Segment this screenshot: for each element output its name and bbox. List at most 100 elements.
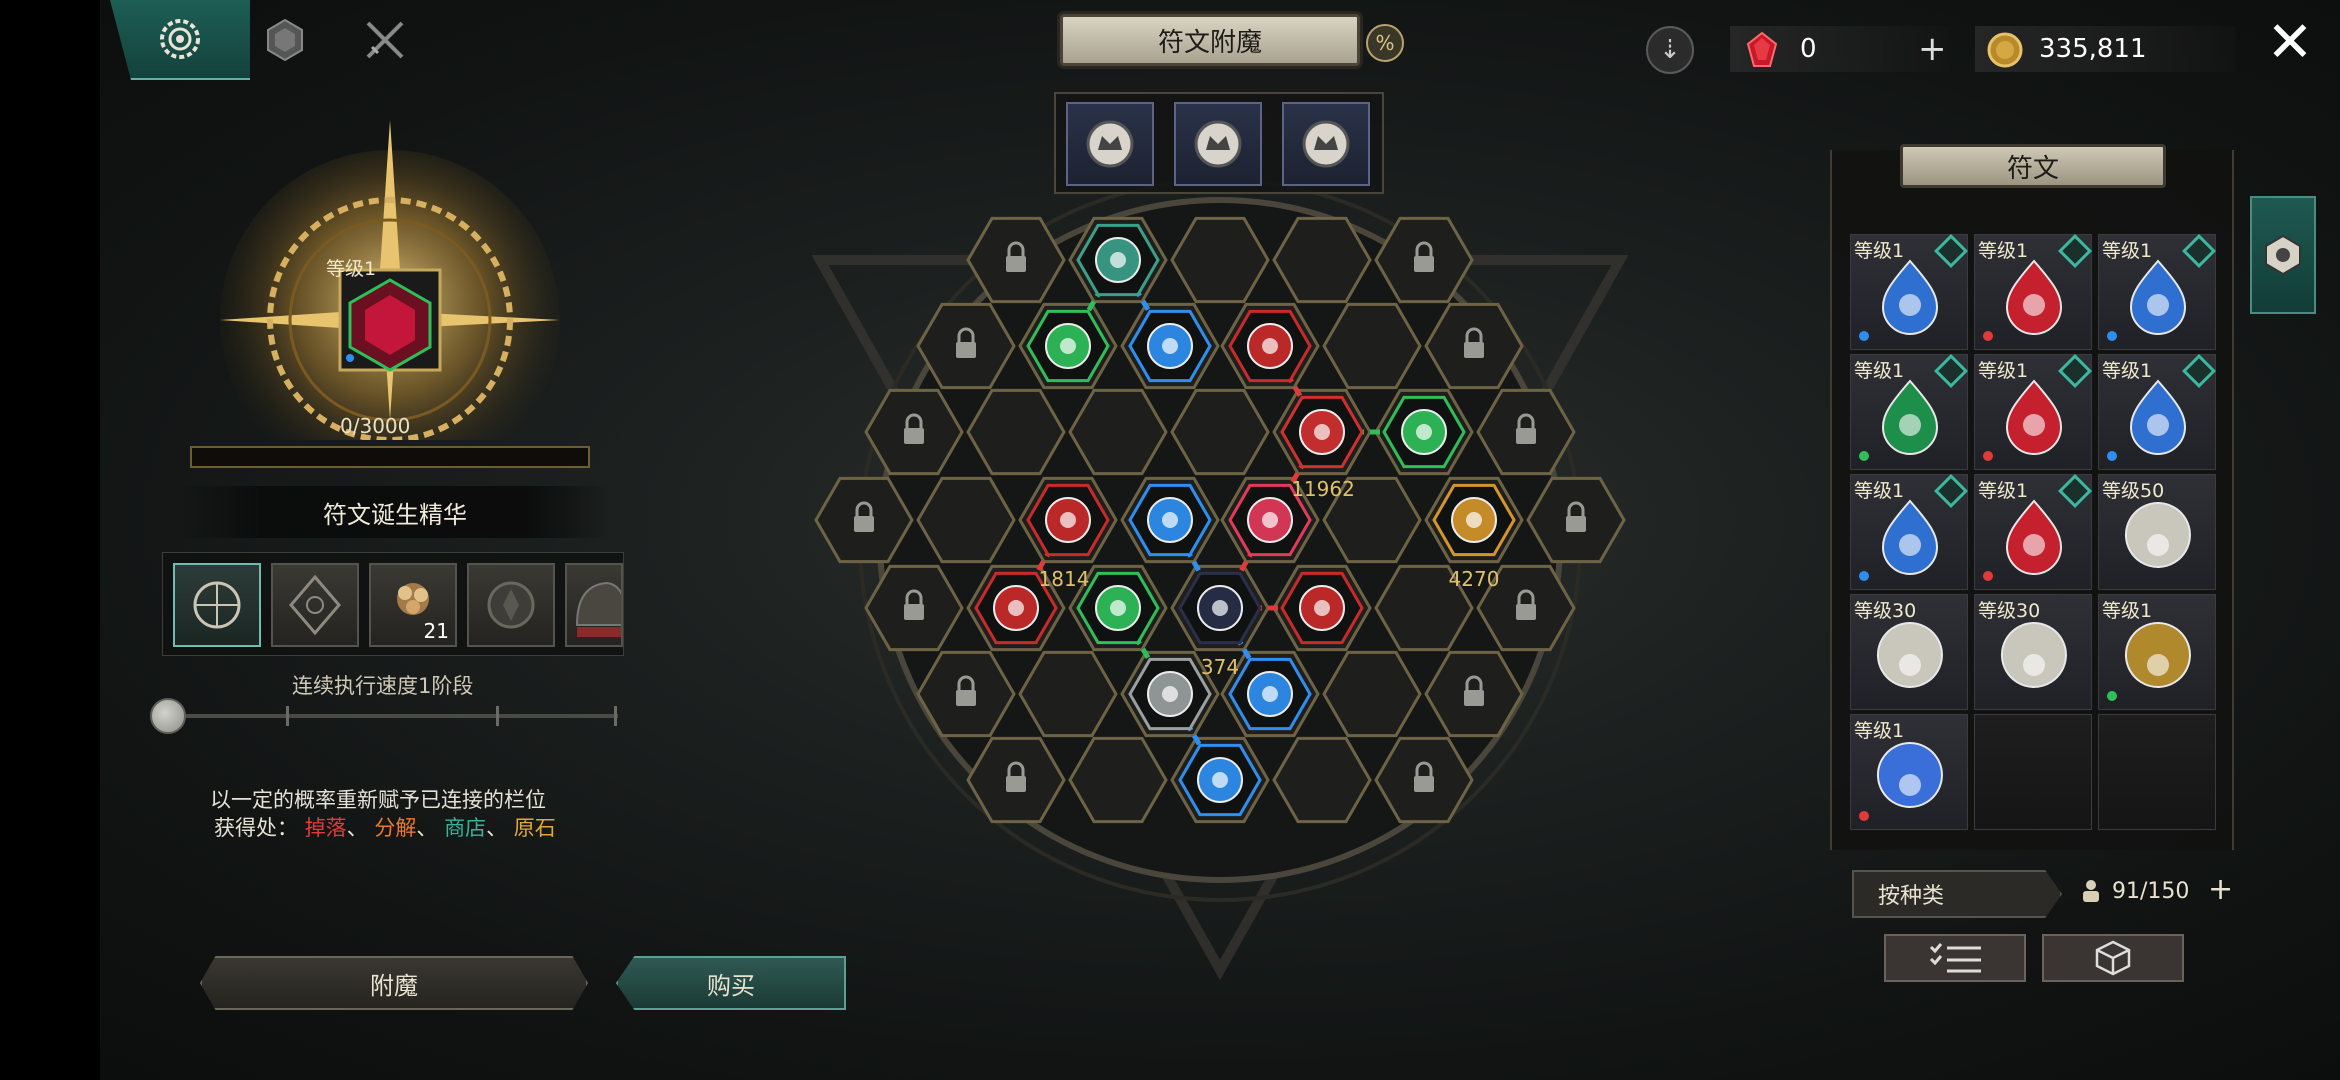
source-shop-link[interactable]: 商店: [444, 816, 486, 840]
rune-book-icon: [2265, 234, 2301, 276]
inventory-rune-slot[interactable]: 等级1: [1850, 354, 1968, 470]
dark-stone-icon: [487, 581, 535, 629]
arrow-down-icon: ⇣: [1659, 35, 1681, 65]
material-slot[interactable]: 21: [369, 563, 457, 647]
inventory-rune-slot[interactable]: 等级1: [1974, 234, 2092, 350]
probability-button[interactable]: %: [1366, 24, 1404, 62]
rune-level: 等级1: [2102, 240, 2153, 262]
board-value: 374: [1201, 655, 1239, 679]
gem-count: 0: [1800, 34, 1817, 64]
source-prefix: 获得处：: [214, 816, 298, 840]
add-gem-button[interactable]: +: [1918, 26, 1947, 72]
separator: 、: [486, 816, 508, 840]
material-strip: 21: [162, 552, 624, 656]
crown-rune-icon: [1086, 120, 1134, 168]
source-ore-link[interactable]: 原石: [514, 816, 556, 840]
red-gem-icon: [1746, 31, 1778, 67]
top-rune-slot[interactable]: [1174, 102, 1262, 186]
color-indicator-dot: [2107, 451, 2117, 461]
enchant-button[interactable]: 附魔: [200, 956, 588, 1010]
inventory-rune-slot[interactable]: 等级1: [1974, 474, 2092, 590]
cube-icon: [2095, 940, 2131, 976]
sort-button[interactable]: 按种类: [1852, 870, 2062, 918]
inventory-rune-slot[interactable]: 等级1: [2098, 594, 2216, 710]
page-title: 符文附魔: [1060, 14, 1360, 66]
capacity-text: 91/150: [2112, 878, 2190, 904]
rune-level: 等级1: [1854, 240, 1905, 262]
rune-level: 等级30: [1854, 600, 1917, 622]
rune-side-tab[interactable]: [2250, 196, 2316, 314]
rune-sigil-icon: [193, 581, 241, 629]
list-view-button[interactable]: [1884, 934, 2026, 982]
bag-icon: [2083, 880, 2099, 902]
crown-rune-icon: [1302, 120, 1350, 168]
inventory-rune-slot[interactable]: 等级1: [1850, 234, 1968, 350]
rune-panel-title: 符文: [1900, 144, 2166, 188]
expand-inventory-button[interactable]: +: [2208, 872, 2233, 907]
inventory-rune-slot[interactable]: 等级1: [1974, 354, 2092, 470]
inventory-rune-slot[interactable]: 等级1: [1850, 714, 1968, 830]
rune-level: 等级1: [2102, 600, 2153, 622]
rune-level: 等级1: [1854, 720, 1905, 742]
inventory-rune-slot[interactable]: 等级1: [1850, 474, 1968, 590]
material-slot[interactable]: [565, 563, 623, 647]
essence-name: 符文诞生精华: [180, 486, 610, 538]
geometric-rune-icon: [289, 574, 341, 636]
source-line: 获得处： 掉落、 分解、 商店、 原石: [214, 812, 556, 842]
crossed-swords-icon: [366, 21, 404, 59]
rune-level: 等级50: [2102, 480, 2165, 502]
color-indicator-dot: [1983, 451, 1993, 461]
gold-coin-icon: [1987, 32, 2023, 68]
color-indicator-dot: [2107, 691, 2117, 701]
board-value: 4270: [1449, 567, 1500, 591]
top-slot-bar: [1054, 92, 1384, 194]
top-rune-slot[interactable]: [1282, 102, 1370, 186]
tab-rune[interactable]: [110, 0, 250, 80]
empty-inventory-slot[interactable]: [1974, 714, 2092, 830]
inventory-rune-slot[interactable]: 等级50: [2098, 474, 2216, 590]
board-value: 11962: [1291, 477, 1355, 501]
inventory-rune-slot[interactable]: 等级1: [2098, 234, 2216, 350]
gear-rune-icon: [160, 19, 200, 59]
source-dismantle-link[interactable]: 分解: [374, 816, 416, 840]
rune-level: 等级1: [1978, 360, 2029, 382]
rune-level: 等级1: [1854, 480, 1905, 502]
color-indicator-dot: [1859, 451, 1869, 461]
inventory-rune-slot[interactable]: 等级1: [2098, 354, 2216, 470]
speed-tick: [496, 706, 499, 726]
essence-progress-text: 0/3000: [340, 414, 411, 438]
material-slot[interactable]: [467, 563, 555, 647]
speed-tick: [614, 706, 617, 726]
top-rune-slot[interactable]: [1066, 102, 1154, 186]
color-indicator-dot: [2107, 331, 2117, 341]
download-button[interactable]: ⇣: [1646, 26, 1694, 74]
material-slot[interactable]: [271, 563, 359, 647]
tab-sword[interactable]: [350, 0, 420, 80]
inventory-rune-slot[interactable]: 等级30: [1850, 594, 1968, 710]
color-indicator-dot: [1859, 811, 1869, 821]
close-button[interactable]: ✕: [2262, 15, 2318, 74]
close-icon: ✕: [2266, 10, 2314, 75]
speed-slider-track[interactable]: [170, 714, 618, 718]
color-indicator-dot: [1983, 331, 1993, 341]
essence-emblem: [220, 120, 560, 440]
material-slot[interactable]: [173, 563, 261, 647]
essence-progress-bar: [190, 446, 590, 468]
gem-currency: 0: [1730, 26, 1950, 72]
speed-label: 连续执行速度1阶段: [292, 674, 474, 698]
cube-view-button[interactable]: [2042, 934, 2184, 982]
speed-tick: [286, 706, 289, 726]
rune-level: 等级1: [1854, 360, 1905, 382]
material-count: 21: [423, 619, 449, 643]
hexagon-gem-icon: [267, 18, 303, 62]
inventory-rune-slot[interactable]: 等级30: [1974, 594, 2092, 710]
rune-level: 等级30: [1978, 600, 2041, 622]
gold-currency: 335,811: [1975, 26, 2235, 72]
tab-gem[interactable]: [250, 0, 320, 80]
speed-slider-knob[interactable]: [150, 698, 186, 734]
empty-inventory-slot[interactable]: [2098, 714, 2216, 830]
separator: 、: [346, 816, 368, 840]
rune-board: 11962 1814 4270 374: [811, 178, 1629, 981]
rune-level: 等级1: [1978, 240, 2029, 262]
source-drop-link[interactable]: 掉落: [305, 816, 347, 840]
